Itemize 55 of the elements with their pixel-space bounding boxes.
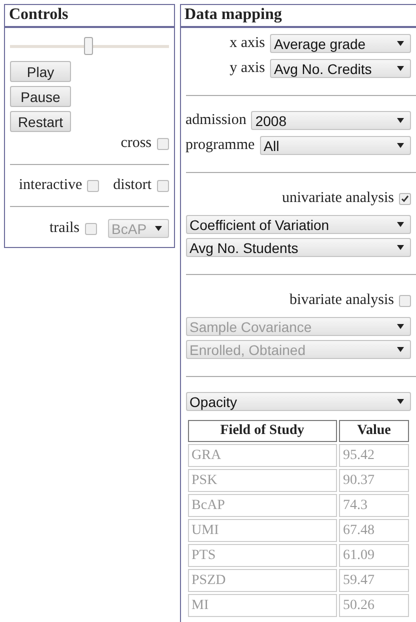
action-button[interactable]: Pause xyxy=(10,86,71,107)
checkbox[interactable] xyxy=(156,180,169,192)
caret-icon xyxy=(397,347,404,352)
distort-label: distort xyxy=(113,177,152,194)
dropdown[interactable]: 2008 xyxy=(251,111,411,130)
axis-label: y axis xyxy=(230,60,265,77)
axis-label: x axis xyxy=(230,35,265,52)
filter-label: admission xyxy=(186,112,246,129)
table-cell: 95.42 xyxy=(339,444,409,467)
table-cell: UMI xyxy=(188,519,337,542)
dropdown[interactable]: Avg No. Credits xyxy=(270,59,411,78)
table-cell: BcAP xyxy=(188,494,337,517)
caret-icon xyxy=(397,41,404,46)
table-cell: 90.37 xyxy=(339,469,409,492)
table-cell: 67.48 xyxy=(339,519,409,542)
trails-label: trails xyxy=(50,220,80,237)
action-button[interactable]: Restart xyxy=(10,111,71,132)
caret-icon xyxy=(397,66,404,71)
table-cell: PSK xyxy=(188,469,337,492)
table-cell: PTS xyxy=(188,544,337,567)
slider-thumb[interactable] xyxy=(84,37,94,55)
caret-icon xyxy=(154,226,162,231)
analysis-label: univariate analysis xyxy=(282,190,394,207)
analysis-label: bivariate analysis xyxy=(289,292,394,309)
interactive-label: interactive xyxy=(18,177,82,194)
table-cell: MI xyxy=(188,594,337,617)
caret-icon xyxy=(397,143,404,148)
table-cell: PSZD xyxy=(188,569,337,592)
table-cell: 74.3 xyxy=(339,494,409,517)
filter-label: programme xyxy=(186,137,255,154)
checkbox[interactable] xyxy=(156,138,169,150)
dropdown[interactable]: Opacity xyxy=(186,392,411,411)
dropdown[interactable]: Avg No. Students xyxy=(186,238,411,257)
panel-title: Controls xyxy=(5,5,174,28)
action-button[interactable]: Play xyxy=(10,61,71,82)
checkbox[interactable] xyxy=(399,294,411,306)
checkbox[interactable] xyxy=(87,180,100,192)
checkbox[interactable] xyxy=(399,192,411,204)
dropdown[interactable]: Average grade xyxy=(270,34,411,53)
column-header: Field of Study xyxy=(188,420,337,442)
table-cell: 50.26 xyxy=(339,594,409,617)
caret-icon xyxy=(397,222,404,227)
cross-label: cross xyxy=(120,135,152,152)
panel-title: Data mapping xyxy=(180,5,416,28)
caret-icon xyxy=(397,324,404,329)
dropdown[interactable]: All xyxy=(260,136,411,155)
caret-icon xyxy=(397,399,404,404)
checkbox[interactable] xyxy=(84,222,97,234)
table-cell: 61.09 xyxy=(339,544,409,567)
table-cell: GRA xyxy=(188,444,337,467)
table-cell: 59.47 xyxy=(339,569,409,592)
dropdown[interactable]: Coefficient of Variation xyxy=(186,215,411,234)
caret-icon xyxy=(397,118,404,123)
column-header: Value xyxy=(339,420,409,442)
caret-icon xyxy=(397,245,404,250)
